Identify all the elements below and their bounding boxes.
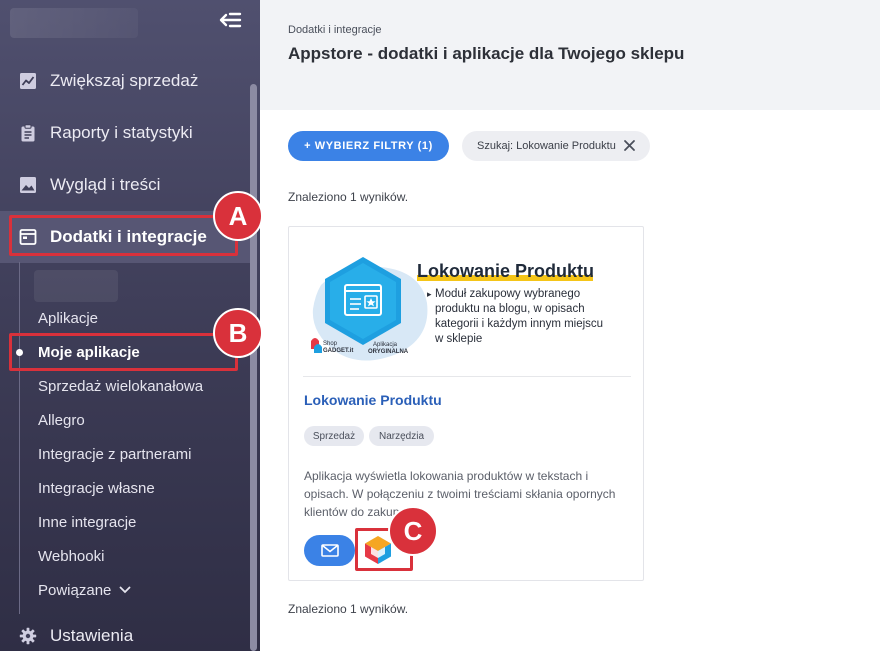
tag-sales[interactable]: Sprzedaż [304,426,364,446]
submenu-item-other-integrations[interactable]: Inne integracje [38,510,136,534]
submenu-hidden-item [34,270,118,302]
search-filter-chip: Szukaj: Lokowanie Produktu [462,131,650,161]
page-header: Dodatki i integracje Appstore - dodatki … [260,0,880,110]
results-count: Znaleziono 1 wyników. [288,190,409,204]
annotation-box-a [9,215,238,256]
sidebar-item-settings[interactable]: Ustawienia [0,610,250,651]
original-badge-top: Aplikacja [373,342,398,348]
annotation-badge-c: C [388,506,438,556]
app-card[interactable]: Lokowanie Produktu ▸ Moduł zakupowy wybr… [288,226,644,581]
chart-line-icon [18,71,38,91]
banner-line: Moduł zakupowy wybranego [435,288,580,300]
shop-logo-text: Shop [323,341,338,347]
collapse-sidebar-icon[interactable] [216,8,242,32]
submenu-item-multichannel[interactable]: Sprzedaż wielokanałowa [38,374,203,398]
clipboard-icon [18,123,38,143]
gadget-logo-text: GADGET.it [323,348,353,354]
submenu-item-partner-integrations[interactable]: Integracje z partnerami [38,442,191,466]
envelope-icon [320,544,339,557]
annotation-box-b [9,333,238,371]
annotation-badge-a: A [213,191,263,241]
sidebar-item-label: Raporty i statystyki [50,123,193,142]
banner-line: produktu na blogu, w opisach [435,303,585,315]
card-divider [303,376,631,377]
banner-line: w sklepie [434,333,482,345]
submenu-item-label: Powiązane [38,581,112,599]
sidebar-scrollbar[interactable] [250,84,257,651]
close-icon[interactable] [623,139,636,152]
original-badge-bottom: ORYGINALNA [368,349,409,355]
submenu-item-webhooks[interactable]: Webhooki [38,544,104,568]
store-logo [10,8,138,38]
submenu-item-own-integrations[interactable]: Integracje własne [38,476,155,500]
tag-tools[interactable]: Narzędzia [369,426,434,446]
submenu-item-apps[interactable]: Aplikacje [38,306,98,330]
results-count-bottom: Znaleziono 1 wyników. [288,602,409,616]
app-description: Aplikacja wyświetla lokowania produktów … [304,469,616,519]
sidebar-item-label: Zwiększaj sprzedaż [50,71,199,90]
annotation-badge-b: B [213,308,263,358]
submenu-guide-line [19,262,20,614]
choose-filters-button[interactable]: + WYBIERZ FILTRY (1) [288,131,449,161]
app-banner-image: Lokowanie Produktu ▸ Moduł zakupowy wybr… [311,257,603,361]
breadcrumb[interactable]: Dodatki i integracje [288,24,382,36]
submenu-item-related[interactable]: Powiązane [38,578,131,602]
image-icon [18,175,38,195]
banner-bullet: ▸ [427,289,432,299]
page-title: Appstore - dodatki i aplikacje dla Twoje… [288,44,685,63]
sidebar-item-appearance[interactable]: Wygląd i treści [0,159,250,211]
banner-title: Lokowanie Produktu [417,261,594,281]
contact-button[interactable] [304,535,355,566]
sidebar-item-label: Wygląd i treści [50,175,161,194]
banner-line: kategorii i każdym innym miejscu [435,318,603,330]
sidebar-header [0,0,260,62]
sidebar-item-reports[interactable]: Raporty i statystyki [0,107,250,159]
app-title-link[interactable]: Lokowanie Produktu [304,392,442,408]
gear-icon [18,626,38,646]
chevron-down-icon [119,586,131,594]
sidebar-item-sales[interactable]: Zwiększaj sprzedaż [0,55,250,107]
sidebar-item-label: Ustawienia [50,626,134,645]
search-chip-label: Szukaj: Lokowanie Produktu [477,140,616,152]
submenu-item-allegro[interactable]: Allegro [38,408,85,432]
